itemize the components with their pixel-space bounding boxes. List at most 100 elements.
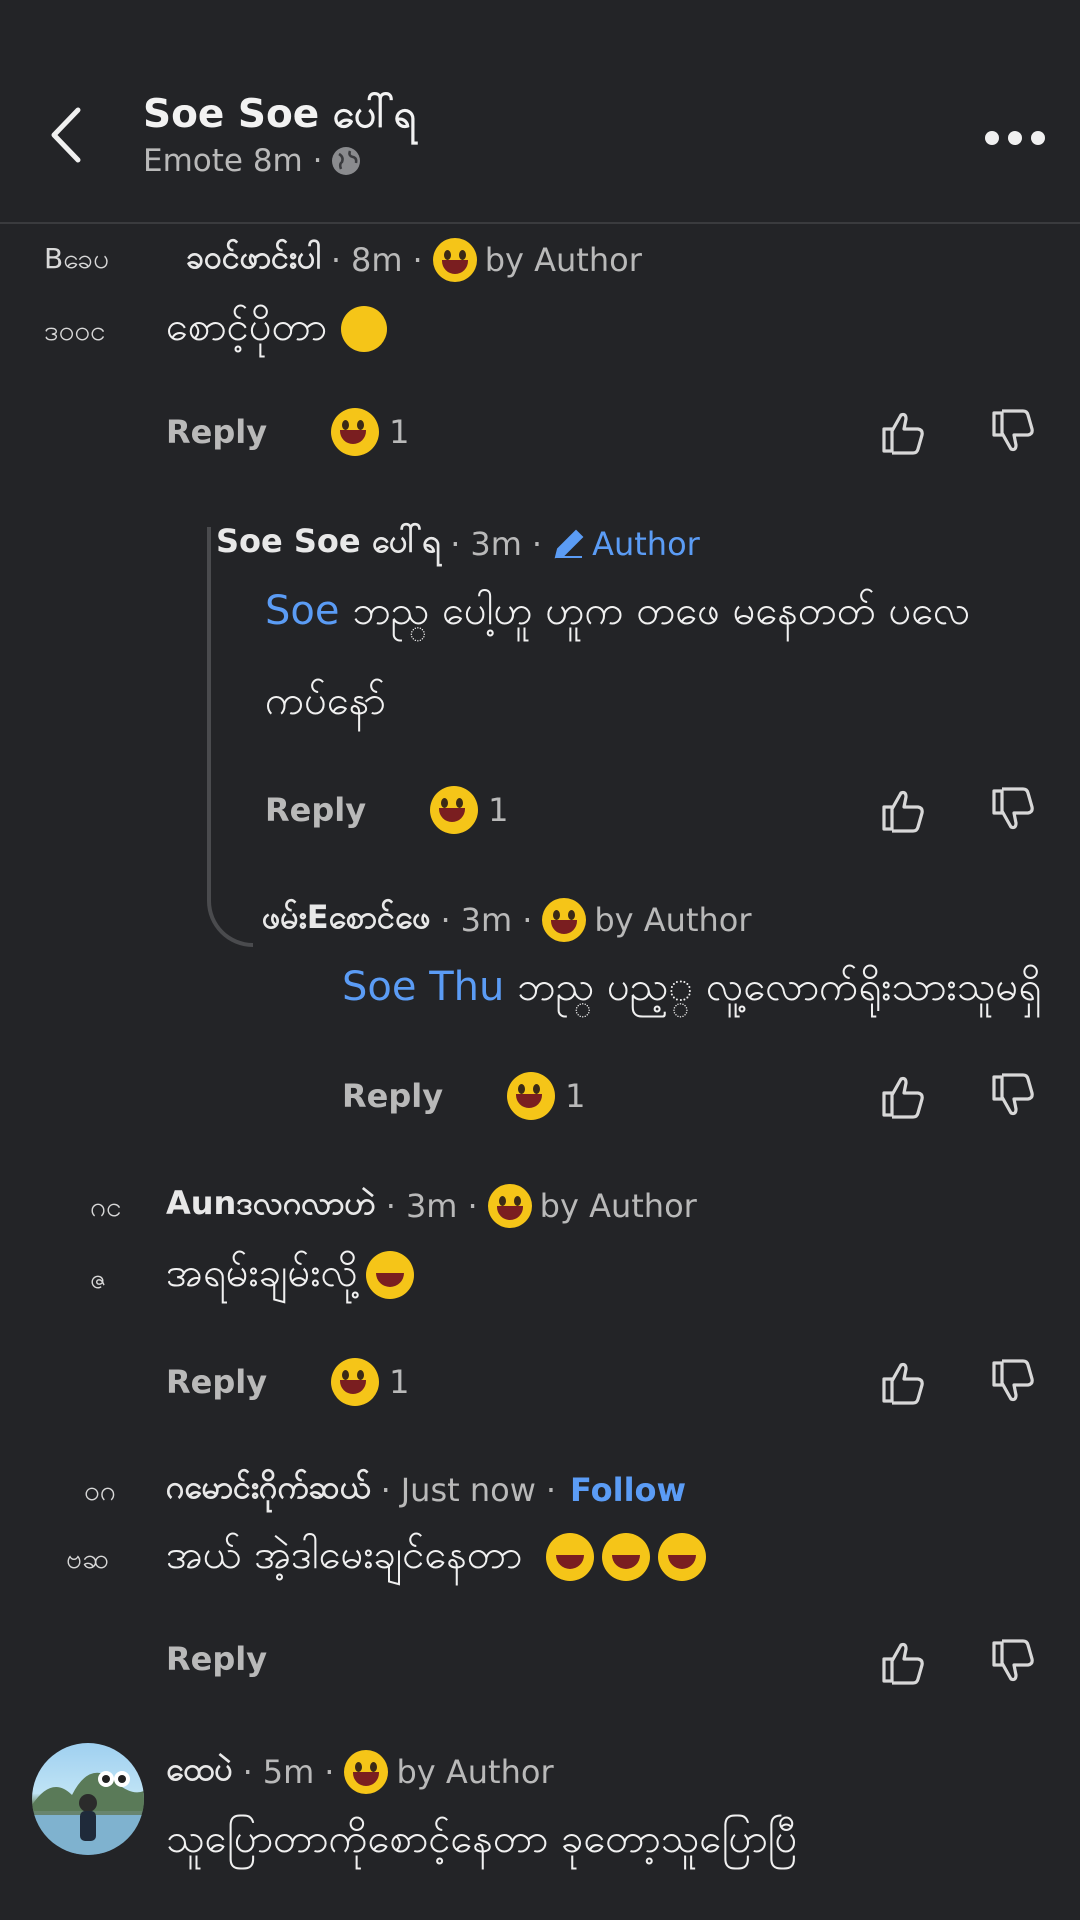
separator: · [324, 1753, 335, 1791]
top-bar: Soe Soe ပေါ်ရ Emote 8m · [0, 0, 1080, 224]
more-dot-icon [985, 131, 999, 145]
reply-button[interactable]: Reply [166, 1640, 267, 1678]
dislike-button[interactable] [988, 1357, 1038, 1407]
dislike-button[interactable] [988, 407, 1038, 457]
mention-link[interactable]: Soe Thu [342, 964, 504, 1010]
avatar[interactable] [32, 1743, 144, 1855]
thumbs-up-icon [882, 1362, 924, 1405]
comment-text-content: အယ် အဲ့ဒါမေးချင်နေတာ [166, 1532, 523, 1578]
like-button[interactable] [878, 407, 928, 457]
comment-actions: Reply 1 [342, 1072, 585, 1120]
commenter-name[interactable]: ဖမ်းEစောင်ဖေ [262, 896, 430, 944]
reply-button[interactable]: Reply [166, 413, 267, 451]
comment-text: Soe ဘည္ ပေါ့ဟူ ဟူက တဖေ မနေတတ် ပလေ [265, 566, 971, 656]
reaction-summary[interactable]: 1 [430, 786, 508, 834]
comment-time: 3m [405, 1187, 458, 1225]
reaction-count: 1 [488, 791, 509, 829]
comment-time: 5m [262, 1753, 315, 1791]
more-options-button[interactable] [985, 118, 1045, 158]
separator: · [440, 901, 451, 939]
post-meta-text: Emote 8m · [143, 143, 323, 179]
reply-button[interactable]: Reply [166, 1363, 267, 1401]
like-button[interactable] [878, 1357, 928, 1407]
avatar-label: ဗဆ [66, 1542, 110, 1575]
grin-emoji-icon [344, 1750, 389, 1794]
comment-actions: Reply 1 [166, 1358, 409, 1406]
dislike-button[interactable] [988, 1637, 1038, 1687]
commenter-name[interactable]: Soe Soe ပေါ်ရ [216, 520, 440, 568]
separator: · [412, 241, 423, 279]
laughing-emoji-icon [546, 1533, 595, 1581]
comment-text: သူပြောတာကိုစောင့်နေတာ ခုတော့သူပြောပြီ [166, 1816, 798, 1862]
comment-time: Just now [400, 1471, 536, 1509]
avatar-label: ဒဝဝင [44, 314, 106, 347]
thumbs-up-icon [882, 1642, 924, 1685]
more-dot-icon [1031, 131, 1045, 145]
dislike-button[interactable] [988, 1071, 1038, 1121]
comment-time: 3m [460, 901, 513, 939]
commenter-name[interactable]: ဂမောင်းဂိုက်ဆယ် [166, 1466, 371, 1514]
author-badge: by Author [539, 1187, 697, 1225]
thumbs-down-icon [992, 1073, 1034, 1116]
comment-meta: Soe Soe ပေါ်ရ · 3m · Author [216, 520, 700, 568]
comment-time: 8m [350, 241, 403, 279]
thumbs-down-icon [992, 1639, 1034, 1682]
grin-emoji-icon [331, 408, 380, 456]
like-button[interactable] [878, 785, 928, 835]
separator: · [380, 1471, 391, 1509]
thumbs-up-icon [882, 790, 924, 833]
more-dot-icon [1008, 131, 1022, 145]
header-divider [0, 222, 1080, 224]
avatar-label: Bခေပ [44, 242, 110, 275]
comment-text: အရမ်းချမ်းလို့ [166, 1228, 415, 1318]
comment-meta: ထေပဲ · 5m · by Author [166, 1748, 554, 1796]
like-button[interactable] [878, 1637, 928, 1687]
separator: · [330, 241, 341, 279]
follow-button[interactable]: Follow [570, 1471, 686, 1509]
separator: · [385, 1187, 396, 1225]
author-badge: Author [592, 525, 700, 563]
back-button[interactable] [40, 100, 90, 170]
avatar-label: ဝဂ [84, 1474, 116, 1507]
comments-screen: Soe Soe ပေါ်ရ Emote 8m · Bခေပ ဒဝဝင ခဝင်ဖ… [0, 0, 1080, 1920]
separator: · [467, 1187, 478, 1225]
reaction-summary[interactable]: 1 [331, 1358, 409, 1406]
reply-button[interactable]: Reply [342, 1077, 443, 1115]
reaction-summary[interactable]: 1 [331, 408, 409, 456]
author-badge: by Author [594, 901, 752, 939]
comment-text: အယ် အဲ့ဒါမေးချင်နေတာ [166, 1510, 707, 1600]
dislike-button[interactable] [988, 785, 1038, 835]
reaction-count: 1 [389, 413, 410, 451]
pencil-icon [554, 529, 584, 559]
thread-connector [207, 527, 253, 947]
comment-actions: Reply 1 [166, 408, 409, 456]
like-button[interactable] [878, 1071, 928, 1121]
thumbs-up-icon [882, 412, 924, 455]
comment-actions: Reply 1 [265, 786, 508, 834]
comment-text: စောင့်ပိုတာ [166, 282, 388, 372]
laughing-emoji-icon [366, 1251, 415, 1299]
separator: · [531, 525, 543, 563]
thumbs-down-icon [992, 409, 1034, 452]
separator: · [522, 901, 533, 939]
post-author-name[interactable]: Soe Soe ပေါ်ရ [143, 90, 416, 147]
laughing-emoji-icon [602, 1533, 651, 1581]
comment-meta: ဖမ်းEစောင်ဖေ · 3m · by Author [262, 896, 752, 944]
commenter-name[interactable]: ခဝင်ဖာင်းပါ [186, 236, 321, 284]
grin-emoji-icon [432, 238, 477, 282]
reaction-summary[interactable]: 1 [507, 1072, 585, 1120]
separator: · [450, 525, 461, 563]
chevron-left-icon [51, 107, 81, 163]
reply-button[interactable]: Reply [265, 791, 366, 829]
pensive-emoji-icon [341, 306, 388, 352]
post-meta: Emote 8m · [143, 143, 362, 179]
grin-emoji-icon [507, 1072, 556, 1120]
avatar-label: ဇ [90, 1262, 107, 1295]
grin-emoji-icon [331, 1358, 380, 1406]
comment-time: 3m [470, 525, 522, 563]
commenter-name[interactable]: Aunဒလဂလာဟဲ [166, 1182, 376, 1230]
mention-link[interactable]: Soe [265, 588, 339, 634]
commenter-name[interactable]: ထေပဲ [166, 1748, 233, 1796]
comment-meta: ဂမောင်းဂိုက်ဆယ် · Just now · Follow [166, 1466, 686, 1514]
grin-emoji-icon [542, 898, 587, 942]
